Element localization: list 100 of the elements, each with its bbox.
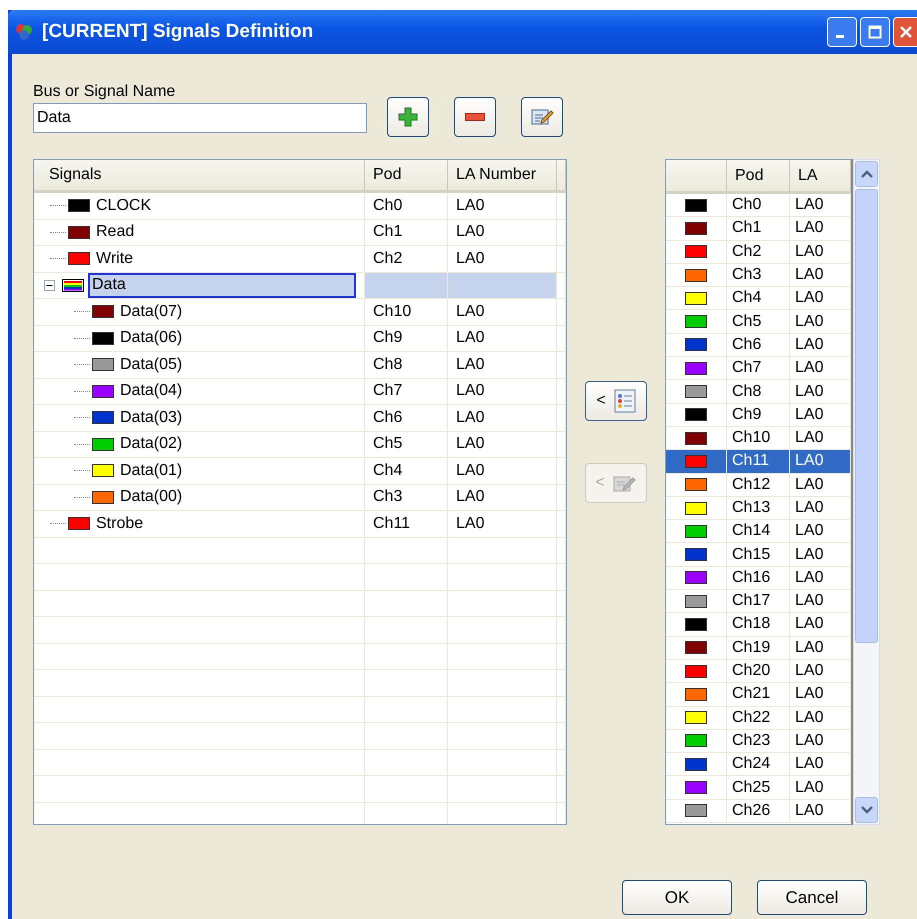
- la-cell: LA0: [795, 382, 824, 401]
- channel-row[interactable]: Ch9 LA0: [666, 404, 851, 427]
- pod-cell: Ch9: [373, 329, 402, 348]
- channel-row[interactable]: Ch2 LA0: [666, 240, 851, 264]
- la-number-cell: LA0: [456, 435, 484, 454]
- channel-row[interactable]: Ch0 LA0: [666, 194, 851, 218]
- la-number-cell: LA0: [456, 250, 484, 268]
- channel-row[interactable]: Ch22 LA0: [666, 706, 851, 730]
- signal-name[interactable]: Strobe: [94, 514, 146, 533]
- cancel-button[interactable]: Cancel: [757, 880, 867, 915]
- channel-row[interactable]: Ch15 LA0: [666, 543, 851, 567]
- bus-color-icon: [62, 278, 84, 292]
- la-cell: LA0: [795, 615, 824, 634]
- pod-cell: Ch2: [732, 242, 762, 261]
- pod-cell: Ch5: [732, 312, 762, 331]
- signal-name[interactable]: Data(03): [118, 408, 184, 427]
- app-icon: [14, 22, 34, 42]
- channel-row[interactable]: Ch11 LA0: [666, 450, 851, 474]
- pod-cell: Ch4: [373, 462, 402, 480]
- add-button[interactable]: [387, 97, 429, 137]
- channel-row[interactable]: Ch14 LA0: [666, 520, 851, 544]
- pod-cell: Ch6: [732, 336, 762, 354]
- channel-row[interactable]: Ch26 LA0: [666, 800, 851, 824]
- signal-name[interactable]: Data(07): [118, 302, 184, 321]
- name-label: Bus or Signal Name: [33, 83, 176, 101]
- la-number-cell: LA0: [456, 223, 484, 242]
- channel-row[interactable]: Ch1 LA0: [666, 217, 851, 241]
- scrollbar[interactable]: [853, 159, 880, 825]
- la-cell: LA0: [795, 499, 824, 517]
- pod-cell: Ch8: [373, 356, 402, 374]
- assign-button[interactable]: <: [585, 381, 647, 421]
- pod-cell: Ch19: [732, 638, 770, 657]
- la-cell: LA0: [795, 219, 824, 238]
- column-header[interactable]: LA Number: [448, 160, 557, 190]
- pod-cell: Ch6: [373, 408, 402, 427]
- collapse-icon[interactable]: [44, 280, 55, 291]
- maximize-icon: [868, 25, 882, 39]
- pod-cell: Ch17: [732, 592, 770, 610]
- pod-cell: Ch26: [732, 802, 770, 820]
- channel-row[interactable]: Ch16 LA0: [666, 566, 851, 590]
- scroll-up-icon[interactable]: [855, 161, 878, 187]
- channel-row[interactable]: Ch12 LA0: [666, 474, 851, 497]
- empty-cell: [557, 644, 566, 670]
- pod-cell: Ch18: [732, 615, 770, 634]
- edit-button[interactable]: [521, 97, 563, 137]
- ok-button[interactable]: OK: [622, 880, 732, 915]
- channel-row[interactable]: Ch18 LA0: [666, 613, 851, 637]
- minimize-button[interactable]: [827, 17, 857, 47]
- channel-row[interactable]: Ch6 LA0: [666, 334, 851, 358]
- scroll-thumb[interactable]: [855, 189, 878, 643]
- pod-cell: Ch15: [732, 546, 770, 564]
- empty-cell: [557, 564, 566, 590]
- channel-row[interactable]: Ch7 LA0: [666, 357, 851, 380]
- la-cell: LA0: [795, 522, 824, 540]
- channel-row[interactable]: Ch20 LA0: [666, 660, 851, 684]
- signal-name[interactable]: Data(05): [118, 356, 184, 374]
- remove-button[interactable]: [454, 97, 496, 137]
- la-cell: LA0: [795, 242, 824, 261]
- signal-name[interactable]: Data(02): [118, 435, 184, 454]
- la-cell: LA0: [795, 266, 824, 284]
- signal-name[interactable]: Data(00): [118, 488, 184, 506]
- signal-name[interactable]: Read: [94, 223, 136, 242]
- column-header[interactable]: Pod: [727, 160, 790, 191]
- signal-name[interactable]: Write: [94, 250, 136, 268]
- signal-name[interactable]: Data: [88, 272, 356, 298]
- minimize-icon: [836, 34, 844, 38]
- pod-cell: Ch13: [732, 499, 770, 517]
- channel-row[interactable]: Ch8 LA0: [666, 380, 851, 404]
- maximize-button[interactable]: [860, 17, 890, 47]
- channel-row[interactable]: Ch4 LA0: [666, 287, 851, 310]
- channel-row[interactable]: Ch24 LA0: [666, 753, 851, 776]
- column-header[interactable]: Signals: [34, 160, 365, 190]
- channel-row[interactable]: Ch5 LA0: [666, 310, 851, 334]
- signal-name[interactable]: Data(01): [118, 462, 184, 480]
- scroll-down-icon[interactable]: [855, 797, 878, 823]
- pod-cell: Ch14: [732, 522, 770, 540]
- channel-row[interactable]: Ch21 LA0: [666, 683, 851, 707]
- name-input-field[interactable]: Data: [33, 103, 367, 133]
- channel-row[interactable]: Ch3 LA0: [666, 264, 851, 288]
- column-header[interactable]: LA: [790, 160, 851, 191]
- pod-cell: Ch11: [373, 514, 410, 533]
- la-number-cell: LA0: [456, 196, 484, 215]
- channel-row[interactable]: Ch19 LA0: [666, 636, 851, 660]
- empty-cell: [557, 723, 566, 750]
- column-header[interactable]: Pod: [365, 160, 448, 190]
- signal-name[interactable]: Data(06): [118, 329, 184, 348]
- signal-name[interactable]: Data(04): [118, 382, 184, 400]
- la-cell: LA0: [795, 662, 824, 680]
- channel-row[interactable]: Ch13 LA0: [666, 496, 851, 520]
- pod-cell: Ch16: [732, 568, 770, 587]
- la-number-cell: LA0: [456, 382, 484, 400]
- pod-cell: Ch20: [732, 662, 770, 680]
- channel-row[interactable]: Ch17 LA0: [666, 590, 851, 614]
- channel-row[interactable]: Ch25 LA0: [666, 776, 851, 800]
- close-button[interactable]: [893, 17, 917, 47]
- la-cell: LA0: [795, 708, 824, 727]
- channel-row[interactable]: Ch23 LA0: [666, 730, 851, 754]
- la-cell: LA0: [795, 592, 824, 610]
- la-number-cell: LA0: [456, 514, 484, 533]
- signal-name[interactable]: CLOCK: [94, 196, 154, 215]
